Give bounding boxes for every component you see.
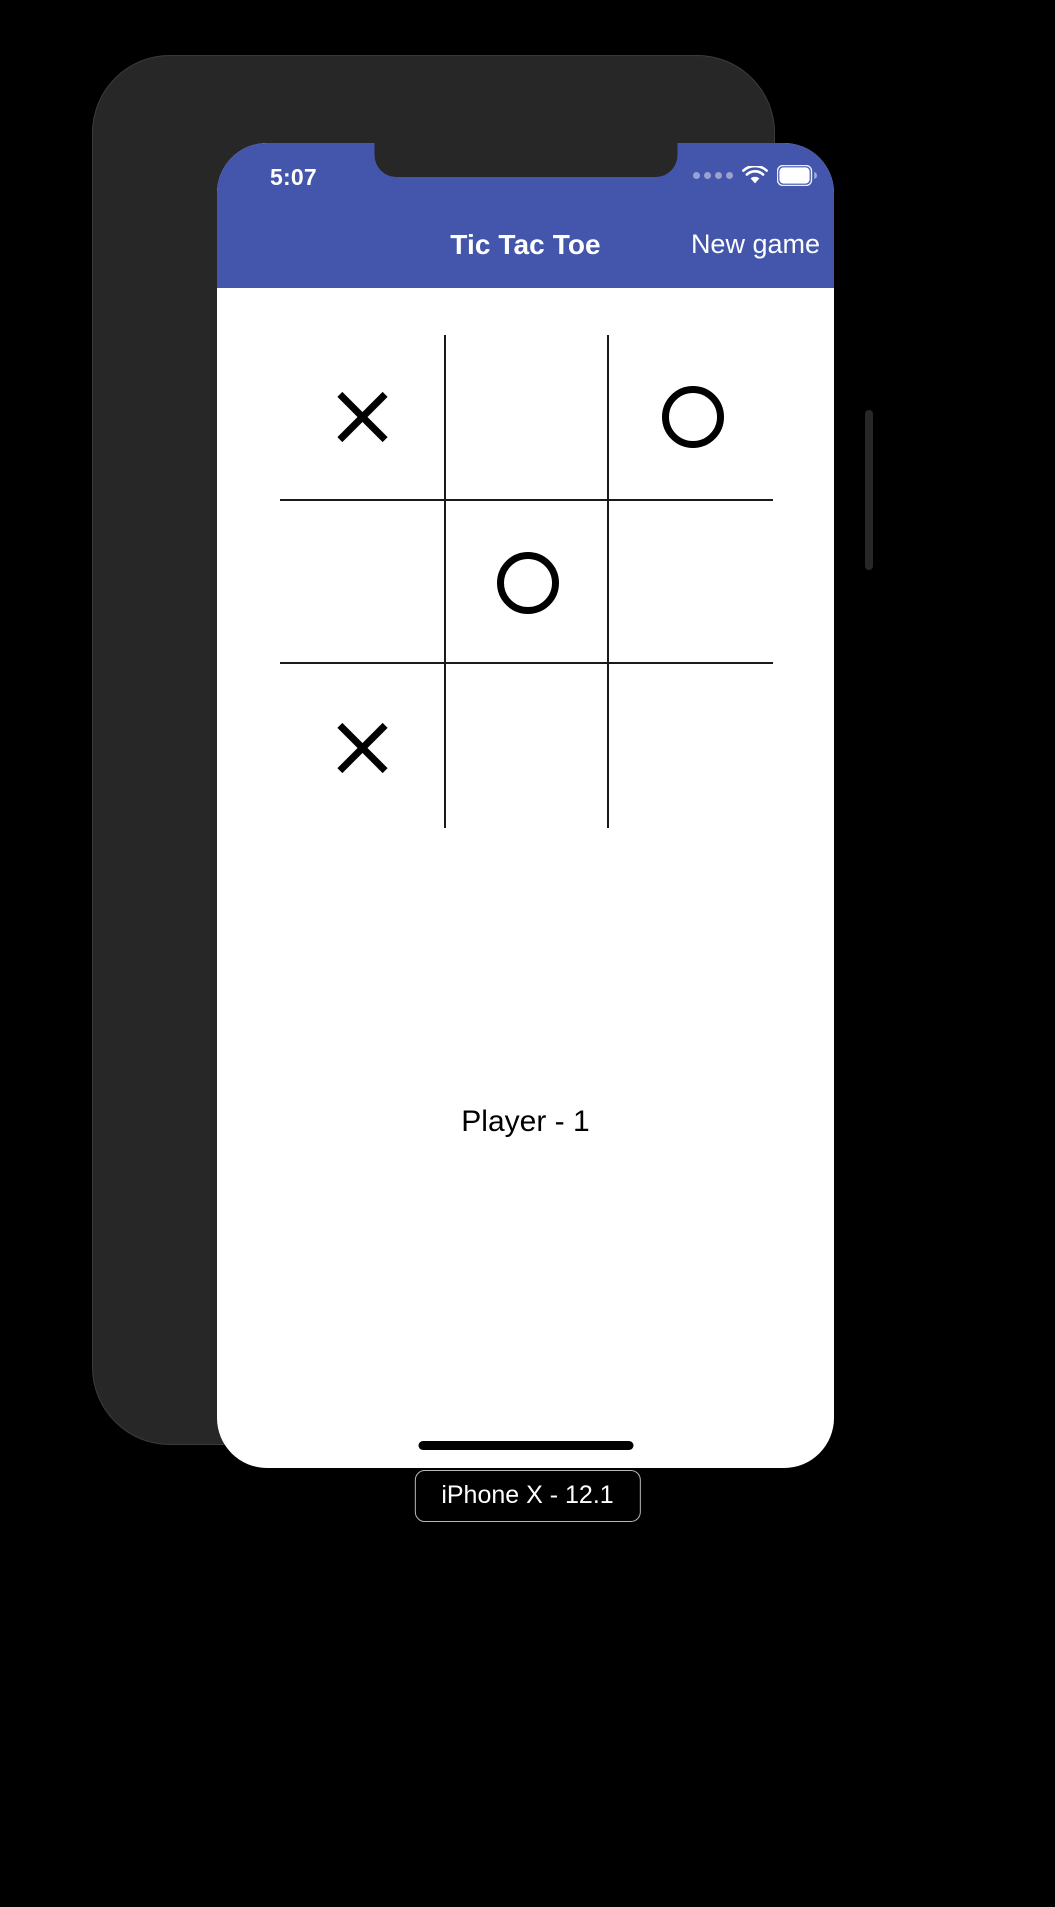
notch: [374, 143, 677, 177]
cell-1-0[interactable]: [280, 501, 444, 665]
mark-o-icon: [662, 386, 724, 448]
mark-x-icon: [330, 385, 394, 449]
cell-1-1[interactable]: [446, 501, 610, 665]
cell-1-2[interactable]: [611, 501, 775, 665]
volume-up-button[interactable]: [178, 408, 186, 500]
battery-full-icon: [777, 165, 818, 186]
signal-dots-icon: [693, 172, 733, 179]
wifi-icon: [742, 166, 768, 185]
navigation-bar: Tic Tac Toe New game: [217, 199, 834, 288]
mark-x-icon: [330, 716, 394, 780]
mark-o-icon: [496, 551, 559, 614]
status-bar-indicators: [693, 165, 818, 186]
status-bar-time: 5:07: [270, 164, 317, 190]
cell-0-2[interactable]: [611, 335, 775, 499]
cell-0-1[interactable]: [446, 335, 610, 499]
device-screen: 5:07 Tic Tac Toe New game Player - 1: [217, 143, 834, 1468]
power-button[interactable]: [865, 410, 873, 570]
status-bar: 5:07: [217, 143, 834, 199]
tic-tac-toe-board: [280, 335, 773, 828]
cell-2-0[interactable]: [280, 666, 444, 830]
new-game-button[interactable]: New game: [691, 228, 820, 260]
volume-down-button[interactable]: [178, 520, 186, 612]
device-frame: 5:07 Tic Tac Toe New game Player - 1: [92, 55, 873, 1468]
game-status-text: Player - 1: [461, 1105, 590, 1138]
silence-switch-button[interactable]: [178, 313, 186, 361]
home-indicator[interactable]: [418, 1441, 633, 1450]
cell-0-0[interactable]: [280, 335, 444, 499]
device-label: iPhone X - 12.1: [414, 1470, 641, 1522]
cell-2-1[interactable]: [446, 666, 610, 830]
cell-2-2[interactable]: [611, 666, 775, 830]
